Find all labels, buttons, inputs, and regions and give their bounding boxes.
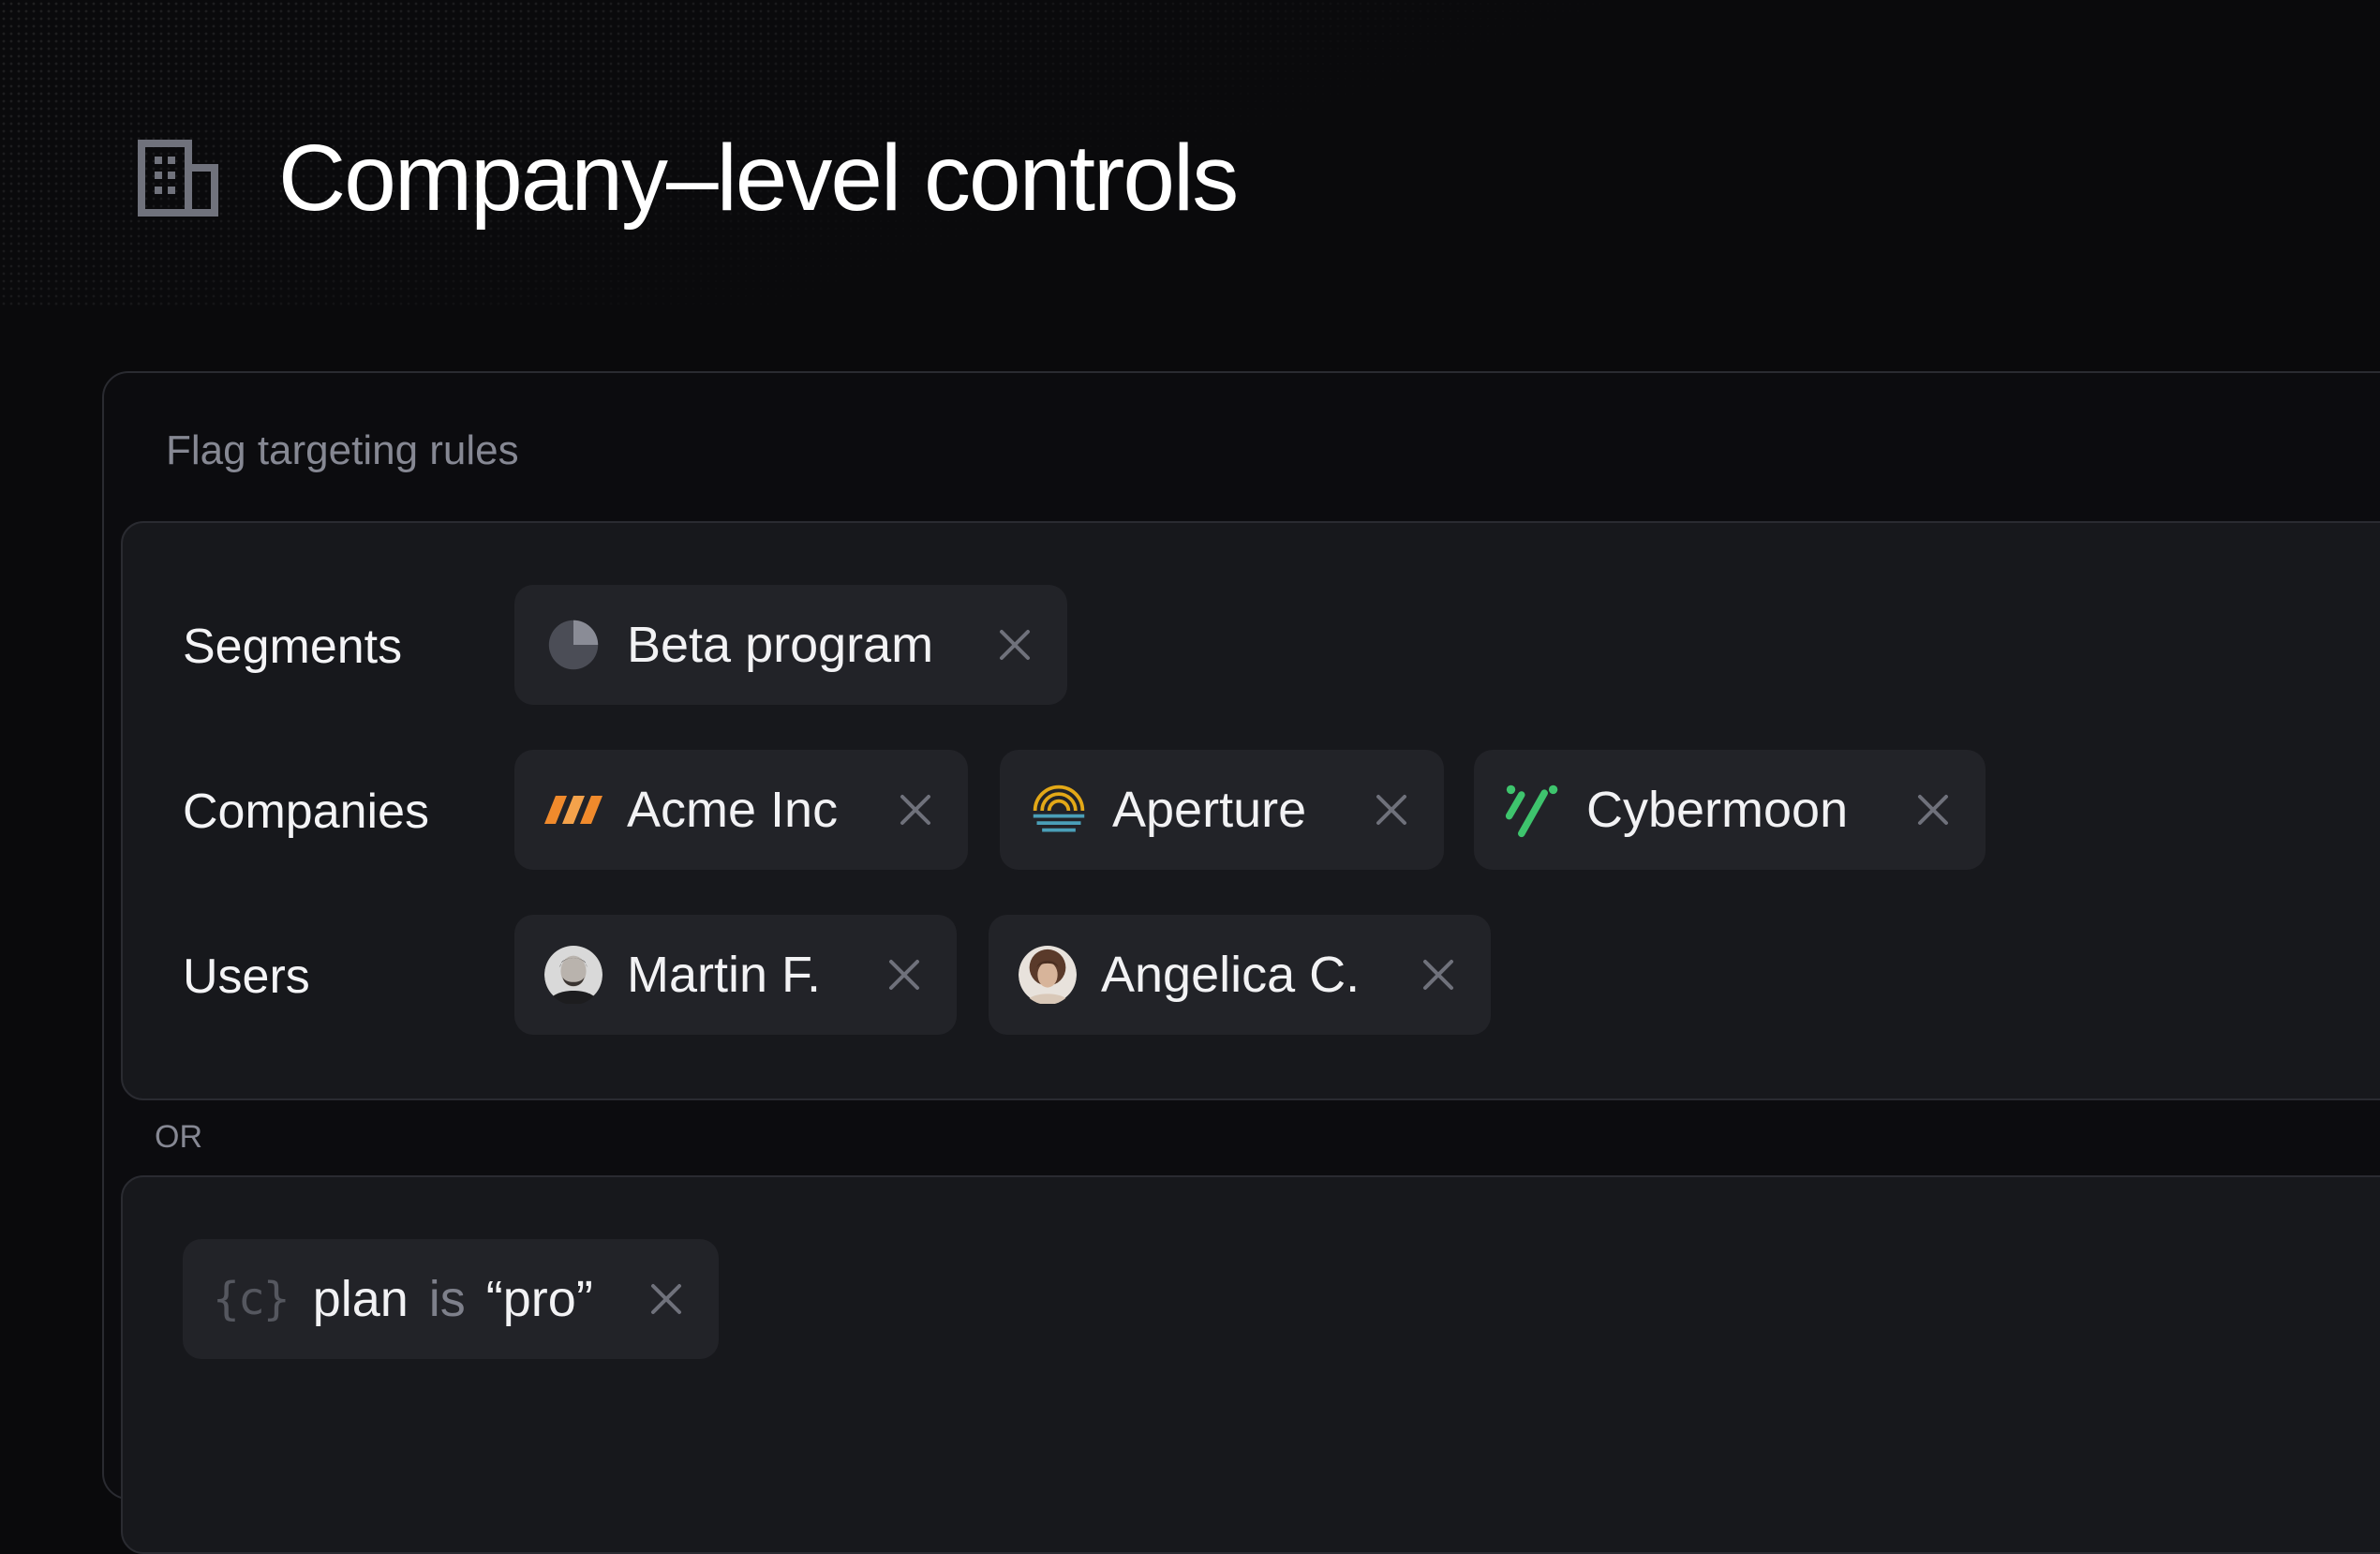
- chip-label: Angelica C.: [1101, 947, 1361, 1003]
- segment-chip-beta-program[interactable]: Beta program: [514, 585, 1067, 705]
- close-icon[interactable]: [998, 628, 1032, 662]
- segments-label: Segments: [183, 620, 403, 674]
- chip-label: Aperture: [1112, 782, 1307, 838]
- company-chip-acme-inc[interactable]: Acme Inc: [514, 750, 968, 870]
- close-icon[interactable]: [1916, 793, 1950, 827]
- chip-label: Cybermoon: [1586, 782, 1849, 838]
- page-header: Company–level controls: [136, 126, 1239, 231]
- companies-label: Companies: [183, 784, 430, 839]
- condition-value: “pro”: [485, 1271, 593, 1327]
- close-icon[interactable]: [887, 958, 921, 992]
- company-chip-cybermoon[interactable]: Cybermoon: [1474, 750, 1986, 870]
- pie-chart-icon: [544, 616, 602, 674]
- or-separator: OR: [155, 1119, 202, 1155]
- chip-label: Martin F.: [627, 947, 822, 1003]
- user-chip-martin[interactable]: Martin F.: [514, 915, 957, 1035]
- rule-card: Segments Beta program Companies Acme Inc…: [121, 521, 2380, 1100]
- user-chip-angelica[interactable]: Angelica C.: [989, 915, 1491, 1035]
- company-chip-aperture[interactable]: Aperture: [1000, 750, 1444, 870]
- condition-chip[interactable]: {c} plan is “pro”: [183, 1239, 719, 1359]
- cybermoon-logo-icon: [1504, 781, 1562, 839]
- building-icon: [136, 136, 220, 220]
- close-icon[interactable]: [1375, 793, 1408, 827]
- flag-targeting-panel: Flag targeting rules Segments Beta progr…: [102, 371, 2380, 1554]
- page-title: Company–level controls: [278, 126, 1239, 231]
- chip-label: Beta program: [627, 617, 934, 673]
- avatar: [1019, 946, 1077, 1004]
- rule-card: {c} plan is “pro”: [121, 1175, 2380, 1554]
- panel-label: Flag targeting rules: [166, 427, 519, 473]
- chip-label: Acme Inc: [627, 782, 839, 838]
- aperture-logo-icon: [1030, 781, 1088, 839]
- users-label: Users: [183, 949, 310, 1004]
- close-icon[interactable]: [1421, 958, 1455, 992]
- acme-logo-icon: [544, 781, 602, 839]
- condition-key: plan: [312, 1271, 409, 1327]
- avatar: [544, 946, 602, 1004]
- close-icon[interactable]: [899, 793, 932, 827]
- variable-braces-icon: {c}: [213, 1273, 290, 1325]
- close-icon[interactable]: [649, 1282, 683, 1316]
- condition-operator: is: [428, 1271, 466, 1327]
